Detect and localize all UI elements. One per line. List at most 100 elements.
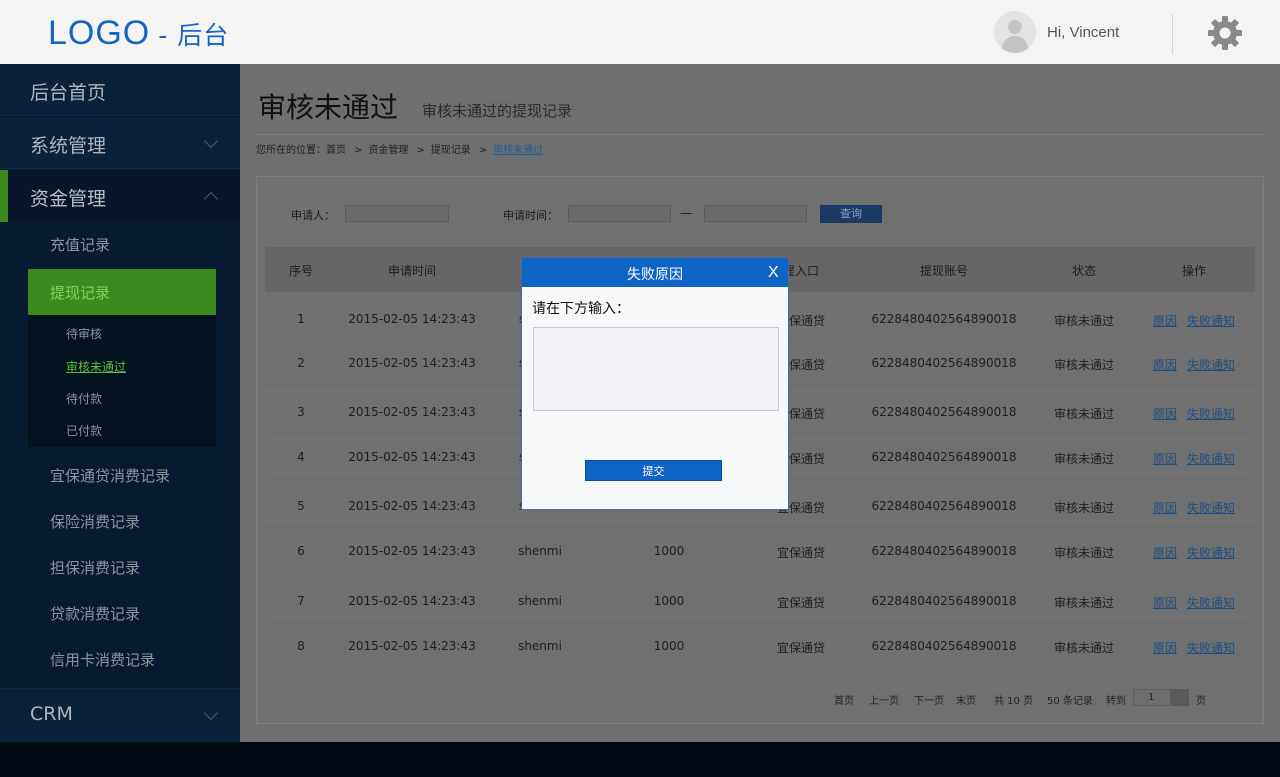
breadcrumb-sep: > bbox=[354, 145, 363, 156]
reason-link[interactable]: 原因 bbox=[1153, 356, 1177, 373]
reason-link[interactable]: 原因 bbox=[1153, 499, 1177, 516]
reason-link[interactable]: 原因 bbox=[1153, 544, 1177, 561]
cell-no: 6 bbox=[297, 544, 305, 558]
cell-status: 审核未通过 bbox=[1053, 358, 1115, 372]
pager-last[interactable]: 末页 bbox=[956, 692, 976, 707]
sidebar-item-crm[interactable]: CRM bbox=[0, 688, 240, 742]
cell-time: 2015-02-05 14:23:43 bbox=[348, 499, 476, 513]
cell-account: 6228480402564890018 bbox=[871, 356, 1017, 370]
row-divider bbox=[265, 572, 1255, 573]
date-range-dash: 一 bbox=[680, 207, 693, 221]
chevron-down-icon bbox=[203, 705, 219, 721]
failure-notice-link[interactable]: 失败通知 bbox=[1187, 544, 1235, 561]
failure-notice-link[interactable]: 失败通知 bbox=[1187, 450, 1235, 467]
logo-text: LOGO bbox=[48, 14, 151, 52]
sidebar-item-label: CRM bbox=[30, 703, 73, 725]
breadcrumb-funds[interactable]: 资金管理 bbox=[368, 145, 408, 156]
sidebar-item-home[interactable]: 后台首页 bbox=[0, 64, 240, 116]
reason-link[interactable]: 原因 bbox=[1153, 312, 1177, 329]
reason-link[interactable]: 原因 bbox=[1153, 450, 1177, 467]
pager-first[interactable]: 首页 bbox=[834, 692, 854, 707]
sidebar-item-credit-card[interactable]: 信用卡消费记录 bbox=[50, 649, 155, 670]
sidebar-item-yibao-loan[interactable]: 宜保通贷消费记录 bbox=[50, 465, 170, 486]
sidebar-item-paid[interactable]: 已付款 bbox=[66, 422, 102, 439]
sidebar-item-funds[interactable]: 资金管理 bbox=[0, 170, 240, 222]
start-date-input[interactable] bbox=[568, 205, 671, 222]
logo: LOGO - 后台 bbox=[48, 14, 229, 53]
failure-notice-link[interactable]: 失败通知 bbox=[1187, 639, 1235, 656]
failure-notice-link[interactable]: 失败通知 bbox=[1187, 405, 1235, 422]
page-go-button[interactable] bbox=[1171, 689, 1189, 706]
sidebar-item-withdraw[interactable]: 提现记录 bbox=[28, 269, 216, 315]
gear-icon[interactable] bbox=[1207, 15, 1243, 51]
page-number-input[interactable]: 1 bbox=[1133, 689, 1171, 706]
table-header-col-account: 提现账号 bbox=[919, 264, 969, 278]
user-greeting[interactable]: Hi, Vincent bbox=[1047, 24, 1119, 41]
cell-account: 6228480402564890018 bbox=[871, 450, 1017, 464]
cell-no: 4 bbox=[297, 450, 305, 464]
cell-time: 2015-02-05 14:23:43 bbox=[348, 594, 476, 608]
sidebar-item-pending-review[interactable]: 待审核 bbox=[66, 325, 102, 342]
cell-status: 审核未通过 bbox=[1053, 452, 1115, 466]
page-subtitle: 审核未通过的提现记录 bbox=[422, 102, 573, 120]
cell-status: 审核未通过 bbox=[1053, 546, 1115, 560]
pager-next[interactable]: 下一页 bbox=[914, 692, 944, 707]
failure-notice-link[interactable]: 失败通知 bbox=[1187, 356, 1235, 373]
pager-prev[interactable]: 上一页 bbox=[869, 692, 899, 707]
cell-amount: 1000 bbox=[653, 594, 685, 608]
failure-notice-link[interactable]: 失败通知 bbox=[1187, 312, 1235, 329]
cell-no: 7 bbox=[297, 594, 305, 608]
sidebar-item-rejected[interactable]: 审核未通过 bbox=[66, 358, 126, 375]
cell-status: 审核未通过 bbox=[1053, 596, 1115, 610]
cell-account: 6228480402564890018 bbox=[871, 544, 1017, 558]
sidebar-item-loan[interactable]: 贷款消费记录 bbox=[50, 603, 140, 624]
sidebar-item-guarantee[interactable]: 担保消费记录 bbox=[50, 557, 140, 578]
breadcrumb-sep: > bbox=[478, 145, 488, 156]
breadcrumb-current[interactable]: 审核未通过 bbox=[493, 145, 543, 156]
avatar-body bbox=[1002, 36, 1028, 53]
row-divider bbox=[265, 527, 1255, 528]
cell-amount: 1000 bbox=[653, 544, 685, 558]
sidebar-item-system[interactable]: 系统管理 bbox=[0, 117, 240, 169]
page-title: 审核未通过 bbox=[258, 91, 399, 124]
breadcrumb: 您所在的位置：首页 > 资金管理 > 提现记录 > 审核未通过 bbox=[256, 141, 545, 156]
failure-notice-link[interactable]: 失败通知 bbox=[1187, 594, 1235, 611]
reason-link[interactable]: 原因 bbox=[1153, 405, 1177, 422]
cell-user: shenmi bbox=[518, 639, 562, 653]
breadcrumb-home[interactable]: 您所在的位置：首页 bbox=[256, 145, 346, 156]
cell-no: 1 bbox=[297, 312, 305, 326]
end-date-input[interactable] bbox=[704, 205, 807, 222]
cell-time: 2015-02-05 14:23:43 bbox=[348, 544, 476, 558]
submit-button[interactable]: 提交 bbox=[585, 460, 722, 481]
avatar-head bbox=[1008, 20, 1022, 34]
cell-account: 6228480402564890018 bbox=[871, 499, 1017, 513]
cell-no: 3 bbox=[297, 405, 305, 419]
sidebar-item-recharge[interactable]: 充值记录 bbox=[50, 234, 110, 255]
breadcrumb-withdraw[interactable]: 提现记录 bbox=[431, 145, 471, 156]
cell-status: 审核未通过 bbox=[1053, 314, 1115, 328]
reason-link[interactable]: 原因 bbox=[1153, 639, 1177, 656]
table-header-col-actions: 操作 bbox=[1181, 264, 1207, 278]
reason-link[interactable]: 原因 bbox=[1153, 594, 1177, 611]
close-icon[interactable]: X bbox=[768, 264, 779, 282]
avatar[interactable] bbox=[994, 11, 1036, 53]
withdraw-submenu bbox=[28, 315, 216, 447]
cell-time: 2015-02-05 14:23:43 bbox=[348, 405, 476, 419]
sidebar-item-insurance[interactable]: 保险消费记录 bbox=[50, 511, 140, 532]
title-divider bbox=[256, 134, 1264, 135]
sidebar-item-pending-payment[interactable]: 待付款 bbox=[66, 390, 102, 407]
sidebar-item-label: 资金管理 bbox=[30, 188, 107, 210]
cell-time: 2015-02-05 14:23:43 bbox=[348, 356, 476, 370]
chevron-up-icon bbox=[203, 191, 219, 207]
pager-unit: 页 bbox=[1196, 696, 1206, 707]
cell-no: 2 bbox=[297, 356, 305, 370]
cell-amount: 1000 bbox=[653, 639, 685, 653]
applicant-input[interactable] bbox=[345, 205, 449, 222]
applicant-label: 申请人： bbox=[291, 209, 335, 222]
cell-time: 2015-02-05 14:23:43 bbox=[348, 312, 476, 326]
pager-goto-label: 转到 bbox=[1106, 696, 1126, 707]
query-button[interactable]: 查询 bbox=[820, 205, 882, 223]
cell-status: 审核未通过 bbox=[1053, 501, 1115, 515]
reason-textarea[interactable] bbox=[533, 327, 779, 411]
failure-notice-link[interactable]: 失败通知 bbox=[1187, 499, 1235, 516]
